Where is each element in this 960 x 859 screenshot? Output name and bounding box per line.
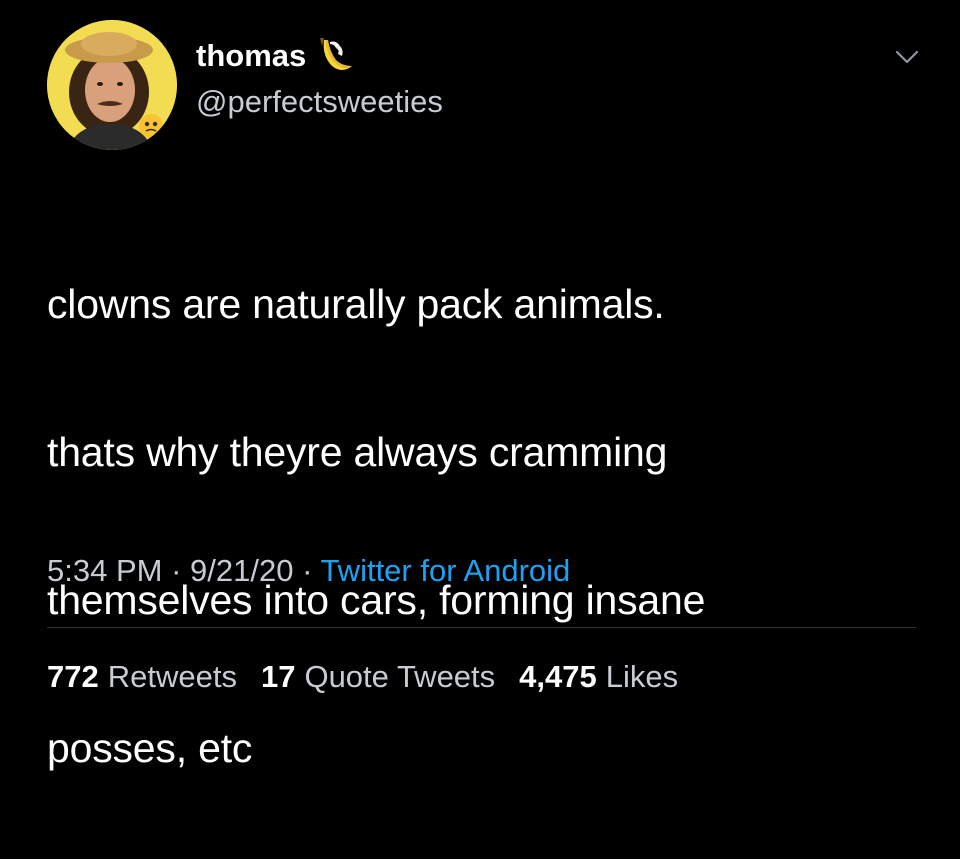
avatar-photo <box>47 20 177 150</box>
avatar[interactable] <box>47 20 177 150</box>
author-name-row[interactable]: thomas <box>196 34 356 78</box>
meta-separator: · <box>162 553 191 588</box>
quote-tweets-count: 17 <box>260 659 296 694</box>
likes-label: Likes <box>605 659 679 694</box>
likes-count: 4,475 <box>519 659 597 694</box>
retweets-stat[interactable]: 772 Retweets <box>47 654 237 700</box>
divider <box>47 627 916 628</box>
banana-emoji-icon <box>316 36 356 76</box>
retweets-label: Retweets <box>107 659 237 694</box>
tweet: thomas @perfectsweeties clowns are natur… <box>0 0 960 771</box>
quote-tweets-stat[interactable]: 17 Quote Tweets <box>261 654 495 700</box>
tweet-text-line: clowns are naturally pack animals. <box>47 281 665 327</box>
likes-stat[interactable]: 4,475 Likes <box>519 654 678 700</box>
display-name[interactable]: thomas <box>196 34 306 78</box>
quote-tweets-label: Quote Tweets <box>304 659 496 694</box>
tweet-text-line: thats why theyre always cramming <box>47 429 668 475</box>
tweet-date[interactable]: 9/21/20 <box>190 553 293 588</box>
tweet-text-line: posses, etc <box>47 725 253 771</box>
author-handle[interactable]: @perfectsweeties <box>196 80 443 124</box>
chevron-down-icon[interactable] <box>892 42 922 72</box>
retweets-count: 772 <box>47 659 99 694</box>
tweet-meta: 5:34 PM · 9/21/20 · Twitter for Android <box>47 548 570 594</box>
meta-separator: · <box>293 553 321 588</box>
tweet-stats: 772 Retweets 17 Quote Tweets 4,475 Likes <box>47 654 678 700</box>
tweet-text: clowns are naturally pack animals. thats… <box>47 193 917 859</box>
tweet-source-link[interactable]: Twitter for Android <box>320 553 570 588</box>
tweet-time[interactable]: 5:34 PM <box>47 553 162 588</box>
